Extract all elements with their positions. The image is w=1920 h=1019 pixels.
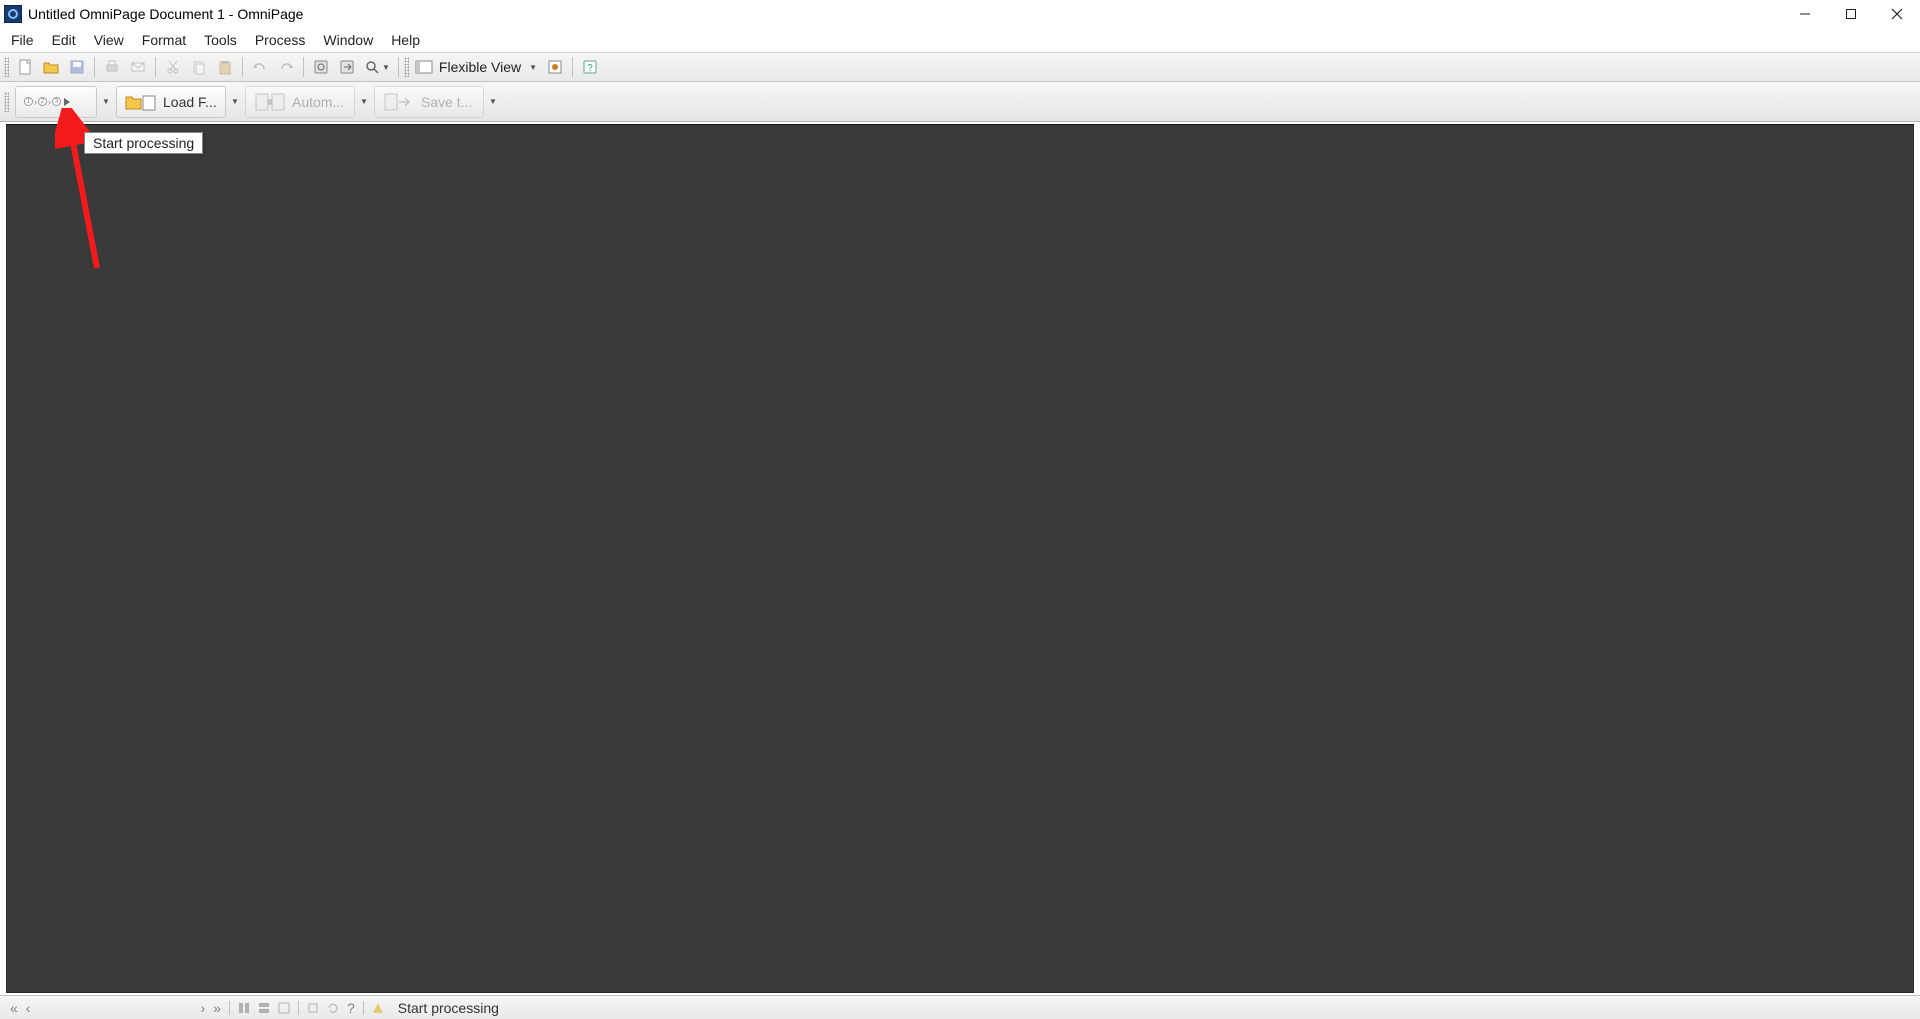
auto-zone-icon [254, 92, 286, 112]
app-icon [4, 5, 22, 23]
nav-last-button[interactable]: » [211, 1000, 223, 1016]
undo-button[interactable] [248, 55, 272, 79]
view-mode-3-button[interactable] [276, 1002, 292, 1014]
steps-icon: 1›2›3 [24, 97, 70, 107]
view-mode-4-button[interactable] [305, 1002, 321, 1014]
statusbar-separator [229, 1001, 230, 1015]
save-document-button[interactable] [65, 55, 89, 79]
minimize-button[interactable] [1782, 0, 1828, 28]
menu-bar: File Edit View Format Tools Process Wind… [0, 28, 1920, 52]
view-mode-2-button[interactable] [256, 1002, 272, 1014]
options-button[interactable] [543, 55, 567, 79]
title-bar: Untitled OmniPage Document 1 - OmniPage [0, 0, 1920, 28]
load-files-button[interactable]: Load F... [116, 86, 226, 118]
warning-icon [370, 1002, 386, 1014]
toolbar-grip[interactable] [404, 57, 409, 77]
automatic-dropdown[interactable]: ▼ [356, 86, 370, 118]
window-title: Untitled OmniPage Document 1 - OmniPage [28, 6, 303, 22]
save-to-button[interactable]: Save t... [374, 86, 484, 118]
toolbar-process: 1›2›3 ▼ Load F... ▼ Autom... ▼ Save t... [0, 82, 1920, 122]
help-status-button[interactable]: ? [345, 1000, 357, 1016]
paste-button[interactable] [213, 55, 237, 79]
load-files-label: Load F... [163, 94, 217, 110]
view-selector[interactable]: Flexible View ▼ [413, 55, 541, 79]
statusbar-separator [363, 1001, 364, 1015]
close-button[interactable] [1874, 0, 1920, 28]
view-mode-1-button[interactable] [236, 1002, 252, 1014]
new-document-button[interactable] [13, 55, 37, 79]
menu-window[interactable]: Window [314, 30, 382, 50]
menu-view[interactable]: View [85, 30, 133, 50]
menu-format[interactable]: Format [133, 30, 195, 50]
open-document-button[interactable] [39, 55, 63, 79]
statusbar-separator [298, 1001, 299, 1015]
nav-first-button[interactable]: « [8, 1000, 20, 1016]
toolbar-grip[interactable] [4, 57, 9, 77]
toolbar-separator [242, 57, 243, 77]
toolbar-separator [398, 57, 399, 77]
chevron-down-icon: ▼ [360, 97, 368, 106]
toolbar-standard: ▼ Flexible View ▼ ? [0, 52, 1920, 82]
nav-prev-button[interactable]: ‹ [24, 1000, 33, 1016]
export-icon [383, 92, 415, 112]
chevron-down-icon: ▼ [231, 97, 239, 106]
maximize-button[interactable] [1828, 0, 1874, 28]
zoom-button[interactable]: ▼ [361, 55, 393, 79]
menu-tools[interactable]: Tools [195, 30, 246, 50]
workflow-button-1[interactable] [309, 55, 333, 79]
toolbar-grip[interactable] [4, 92, 9, 112]
tooltip: Start processing [84, 132, 203, 154]
window-controls [1782, 0, 1920, 28]
folder-scan-icon [125, 92, 157, 112]
chevron-down-icon: ▼ [102, 97, 110, 106]
chevron-down-icon: ▼ [529, 63, 537, 72]
save-to-label: Save t... [421, 94, 472, 110]
title-bar-left: Untitled OmniPage Document 1 - OmniPage [4, 5, 303, 23]
view-icon [415, 59, 433, 75]
start-processing-dropdown[interactable]: ▼ [98, 86, 112, 118]
save-to-dropdown[interactable]: ▼ [485, 86, 499, 118]
magnifier-icon [364, 59, 380, 75]
chevron-down-icon: ▼ [489, 97, 497, 106]
copy-button[interactable] [187, 55, 211, 79]
toolbar-separator [155, 57, 156, 77]
view-selector-label: Flexible View [439, 59, 521, 75]
menu-edit[interactable]: Edit [43, 30, 85, 50]
automatic-button[interactable]: Autom... [245, 86, 355, 118]
svg-text:?: ? [587, 63, 593, 74]
toolbar-separator [572, 57, 573, 77]
nav-next-button[interactable]: › [198, 1000, 207, 1016]
print-button[interactable] [100, 55, 124, 79]
refresh-button[interactable] [325, 1002, 341, 1014]
send-mail-button[interactable] [126, 55, 150, 79]
workflow-button-2[interactable] [335, 55, 359, 79]
status-text: Start processing [398, 1000, 499, 1016]
load-files-dropdown[interactable]: ▼ [227, 86, 241, 118]
automatic-label: Autom... [292, 94, 344, 110]
help-button[interactable]: ? [578, 55, 602, 79]
status-bar: « ‹ › » ? Start processing [0, 995, 1920, 1019]
start-processing-button[interactable]: 1›2›3 [15, 86, 97, 118]
toolbar-separator [94, 57, 95, 77]
cut-button[interactable] [161, 55, 185, 79]
chevron-down-icon: ▼ [382, 63, 390, 72]
document-view-area[interactable] [6, 124, 1914, 993]
toolbar-separator [303, 57, 304, 77]
menu-help[interactable]: Help [382, 30, 429, 50]
redo-button[interactable] [274, 55, 298, 79]
menu-file[interactable]: File [2, 30, 43, 50]
menu-process[interactable]: Process [246, 30, 315, 50]
